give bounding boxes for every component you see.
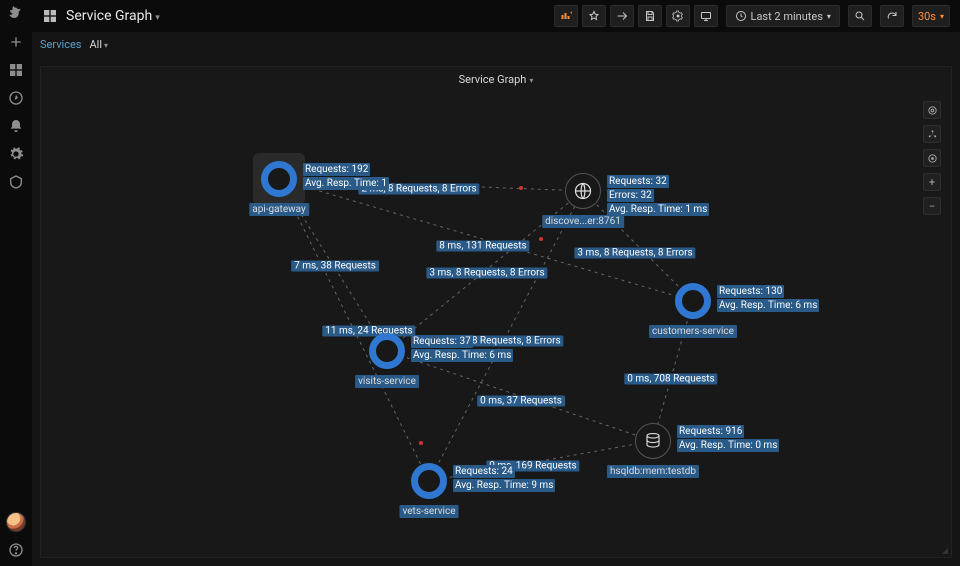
node-stats: Requests: 37 Avg. Resp. Time: 6 ms (411, 335, 513, 363)
star-button[interactable] (582, 5, 606, 27)
zoom-out-button[interactable] (848, 5, 872, 27)
svg-text:+: + (570, 11, 572, 17)
edge-label: 0 ms, 708 Requests (624, 374, 717, 385)
variable-value-dropdown[interactable]: All▾ (89, 38, 108, 51)
variable-value: All (89, 38, 102, 51)
side-nav (0, 0, 32, 566)
help-icon[interactable] (8, 542, 24, 558)
edge-label: 7 ms, 38 Requests (291, 261, 379, 272)
node-ring-icon (369, 333, 405, 369)
node-customers-service[interactable]: customers-service Requests: 130 Avg. Res… (675, 283, 711, 319)
node-label: vets-service (399, 505, 458, 518)
chevron-down-icon: ▾ (529, 76, 533, 85)
refresh-button[interactable] (880, 5, 904, 27)
configuration-icon[interactable] (8, 146, 24, 162)
edge-label: 0 ms, 37 Requests (477, 396, 565, 407)
cycle-view-button[interactable] (694, 5, 718, 27)
node-api-gateway[interactable]: api-gateway Requests: 192 Avg. Resp. Tim… (261, 161, 297, 197)
graph-controls: + − (923, 101, 941, 215)
panel-title[interactable]: Service Graph▾ (41, 73, 951, 86)
save-button[interactable] (638, 5, 662, 27)
node-http-external[interactable]: discove...er:8761 Requests: 32 Errors: 3… (565, 173, 601, 209)
node-label: api-gateway (249, 203, 309, 216)
node-stats: Requests: 24 Avg. Resp. Time: 9 ms (453, 465, 555, 493)
dashboard-title[interactable]: Service Graph▾ (66, 8, 160, 24)
template-variable-bar: Services All▾ (40, 38, 108, 51)
dashboard-stage: Services All▾ Service Graph▾ (32, 32, 960, 566)
refresh-interval-picker[interactable]: 30s ▾ (912, 5, 950, 27)
grafana-logo-icon[interactable] (8, 6, 24, 22)
node-ring-icon (675, 283, 711, 319)
refresh-interval-text: 30s (918, 10, 936, 23)
node-ring-icon (261, 161, 297, 197)
settings-button[interactable] (666, 5, 690, 27)
node-label: customers-service (649, 325, 737, 338)
time-range-picker[interactable]: Last 2 minutes ▾ (726, 5, 840, 27)
node-label: visits-service (355, 375, 419, 388)
node-database[interactable]: hsqldb:mem:testdb Requests: 916 Avg. Res… (635, 423, 671, 459)
dashboard-title-text: Service Graph (66, 8, 152, 24)
chevron-down-icon: ▾ (827, 12, 831, 21)
panel-resize-handle[interactable] (940, 546, 948, 554)
chevron-down-icon: ▾ (104, 41, 108, 50)
zoom-out-button[interactable]: − (923, 197, 941, 215)
database-icon (635, 423, 671, 459)
time-range-text: Last 2 minutes (751, 10, 823, 23)
zoom-in-button[interactable]: + (923, 173, 941, 191)
node-ring-icon (411, 463, 447, 499)
node-label: hsqldb:mem:testdb (607, 465, 699, 478)
node-stats: Requests: 130 Avg. Resp. Time: 6 ms (717, 285, 819, 313)
edge-label: 8 ms, 131 Requests (436, 241, 529, 252)
explore-icon[interactable] (8, 90, 24, 106)
globe-icon (565, 173, 601, 209)
edge-label: 3 ms, 8 Requests, 8 Errors (574, 248, 695, 259)
node-visits-service[interactable]: visits-service Requests: 37 Avg. Resp. T… (369, 333, 405, 369)
reset-button[interactable] (923, 149, 941, 167)
panel-title-text: Service Graph (459, 73, 527, 86)
node-stats: Requests: 916 Avg. Resp. Time: 0 ms (677, 425, 779, 453)
layout-button[interactable] (923, 125, 941, 143)
dashboards-icon[interactable] (8, 62, 24, 78)
fit-view-button[interactable] (923, 101, 941, 119)
node-stats: Requests: 192 Avg. Resp. Time: 1 (303, 163, 389, 191)
user-avatar[interactable] (6, 512, 26, 532)
dashboard-icon (42, 8, 58, 24)
share-button[interactable] (610, 5, 634, 27)
node-vets-service[interactable]: vets-service Requests: 24 Avg. Resp. Tim… (411, 463, 447, 499)
graph-canvas[interactable]: 2 ms, 8 Requests, 8 Errors 8 ms, 131 Req… (41, 91, 951, 557)
node-stats: Requests: 32 Errors: 32 Avg. Resp. Time:… (607, 175, 709, 217)
add-panel-button[interactable]: + (554, 5, 578, 27)
edge-label: 3 ms, 8 Requests, 8 Errors (426, 268, 547, 279)
chevron-down-icon: ▾ (940, 12, 944, 21)
toolbar: + (554, 5, 718, 27)
service-graph-panel: Service Graph▾ 2 ms, 8 Requ (40, 66, 952, 558)
create-icon[interactable] (8, 34, 24, 50)
top-bar: Service Graph▾ + Last 2 minutes ▾ 30s ▾ (32, 0, 960, 32)
chevron-down-icon: ▾ (155, 13, 160, 23)
variable-label: Services (40, 38, 81, 51)
server-admin-icon[interactable] (8, 174, 24, 190)
alerting-icon[interactable] (8, 118, 24, 134)
